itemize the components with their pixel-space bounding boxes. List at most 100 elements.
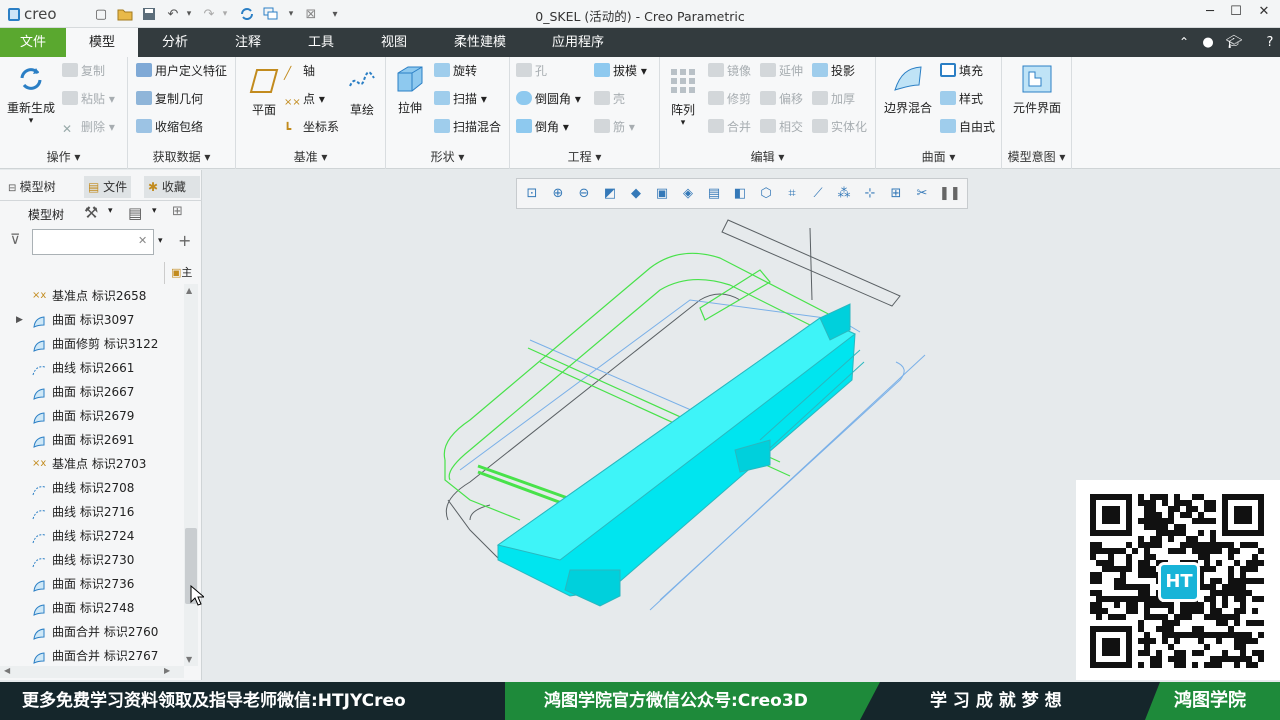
tree-item[interactable]: 曲面合并 标识2767 <box>0 644 183 668</box>
tree-item[interactable]: 曲面 标识2736 <box>0 572 183 596</box>
regenerate-button[interactable]: 重新生成 ▾ <box>4 63 58 126</box>
filter-items-icon[interactable]: ⊞ <box>172 204 183 219</box>
tab-favorites[interactable]: ✱ 收藏 <box>144 176 200 198</box>
delete-button[interactable]: ✕ 删除 ▾ <box>62 117 115 137</box>
mirror-button[interactable]: 镜像 <box>708 61 751 81</box>
tree-item[interactable]: ×x 基准点 标识2658 <box>0 284 183 308</box>
community-icon[interactable]: ● <box>1198 28 1218 57</box>
tab-model[interactable]: 模型 <box>66 28 138 57</box>
sweep-button[interactable]: 扫描 ▾ <box>434 89 487 109</box>
tab-tools[interactable]: 工具 <box>291 28 351 57</box>
tab-file[interactable]: 文件 <box>0 28 66 57</box>
component-interface-button[interactable]: 元件界面 <box>1006 63 1068 116</box>
tree-item[interactable]: ×x 基准点 标识2703 <box>0 452 183 476</box>
hole-button[interactable]: 孔 <box>516 61 547 81</box>
tab-view[interactable]: 视图 <box>364 28 424 57</box>
pattern-button[interactable]: 阵列 ▾ <box>666 65 700 128</box>
shell-button[interactable]: 壳 <box>594 89 625 109</box>
plane-button[interactable]: 平面 <box>242 65 286 118</box>
tab-annotate[interactable]: 注释 <box>218 28 278 57</box>
named-view-icon[interactable]: ◧ <box>731 185 749 203</box>
tree-item[interactable]: 曲线 标识2730 <box>0 548 183 572</box>
maximize-button[interactable]: ☐ <box>1222 4 1250 24</box>
tree-item[interactable]: 曲面 标识2691 <box>0 428 183 452</box>
draft-button[interactable]: 拔模 ▾ <box>594 61 647 81</box>
copy-geometry-button[interactable]: 复制几何 <box>136 89 203 109</box>
trim-button[interactable]: 修剪 <box>708 89 751 109</box>
tree-item[interactable]: 曲面 标识2679 <box>0 404 183 428</box>
tree-item[interactable]: 曲面 标识2748 <box>0 596 183 620</box>
graphics-viewport[interactable] <box>203 212 1073 680</box>
solidify-button[interactable]: 实体化 <box>812 117 867 137</box>
axis-display-icon[interactable]: ⟋ <box>809 185 827 203</box>
minimize-button[interactable]: ─ <box>1196 4 1224 24</box>
help-icon[interactable]: ? <box>1262 28 1278 57</box>
zoom-out-icon[interactable]: ⊖ <box>575 185 593 203</box>
group-shapes-label[interactable]: 形状 ▾ <box>386 148 509 165</box>
repaint-icon[interactable]: ◩ <box>601 185 619 203</box>
intersect-button[interactable]: 相交 <box>760 117 803 137</box>
thicken-button[interactable]: 加厚 <box>812 89 855 109</box>
freestyle-button[interactable]: 自由式 <box>940 117 995 137</box>
scroll-down-icon[interactable]: ▼ <box>186 655 192 664</box>
expand-arrow-icon[interactable]: ▶ <box>16 308 23 332</box>
project-button[interactable]: 投影 <box>812 61 855 81</box>
tab-analysis[interactable]: 分析 <box>145 28 205 57</box>
settings-dropdown-icon[interactable]: ▾ <box>108 206 113 216</box>
tree-item[interactable]: ▶ 曲面 标识3097 <box>0 308 183 332</box>
csys-display-icon[interactable]: ⊹ <box>861 185 879 203</box>
udf-button[interactable]: 用户定义特征 <box>136 61 227 81</box>
offset-button[interactable]: 偏移 <box>760 89 803 109</box>
search-dropdown-icon[interactable]: ▾ <box>158 236 163 246</box>
tree-item[interactable]: 曲面 标识2667 <box>0 380 183 404</box>
plane-display-icon[interactable]: ⌗ <box>783 185 801 203</box>
extrude-button[interactable]: 拉伸 <box>392 63 428 116</box>
extend-button[interactable]: 延伸 <box>760 61 803 81</box>
saved-orientations-icon[interactable]: ▣ <box>653 185 671 203</box>
group-engineering-label[interactable]: 工程 ▾ <box>510 148 659 165</box>
zoom-in-icon[interactable]: ⊕ <box>549 185 567 203</box>
csys-button[interactable]: ┗ 坐标系 <box>284 117 339 137</box>
revolve-button[interactable]: 旋转 <box>434 61 477 81</box>
clear-search-icon[interactable]: ✕ <box>138 234 147 247</box>
search-input[interactable] <box>32 229 154 255</box>
tree-scrollbar[interactable]: ▲ ▼ <box>184 284 198 666</box>
rib-button[interactable]: 筋 ▾ <box>594 117 635 137</box>
tree-item[interactable]: 曲线 标识2724 <box>0 524 183 548</box>
style-button[interactable]: 样式 <box>940 89 983 109</box>
group-datum-label[interactable]: 基准 ▾ <box>236 148 385 165</box>
spin-center-icon[interactable]: ✂ <box>913 185 931 203</box>
tree-item[interactable]: 曲面合并 标识2760 <box>0 620 183 644</box>
swept-blend-button[interactable]: 扫描混合 <box>434 117 501 137</box>
settings-icon[interactable]: ⚒ <box>84 203 98 222</box>
pause-icon[interactable]: ❚❚ <box>939 185 961 203</box>
tab-applications[interactable]: 应用程序 <box>538 28 618 57</box>
collapse-ribbon-icon[interactable]: ⌃ <box>1174 28 1194 57</box>
show-icon[interactable]: ▤ <box>128 204 142 222</box>
column-header[interactable]: ▣主 <box>164 262 202 284</box>
annotation-display-icon[interactable]: ⊞ <box>887 185 905 203</box>
group-editing-label[interactable]: 编辑 ▾ <box>660 148 875 165</box>
point-display-icon[interactable]: ⁂ <box>835 185 853 203</box>
refit-icon[interactable]: ⊡ <box>523 185 541 203</box>
view-manager-icon[interactable]: ◈ <box>679 185 697 203</box>
tab-model-tree[interactable]: ⊟ 模型树 <box>8 176 56 198</box>
tree-hscrollbar[interactable]: ◀ ▶ <box>0 666 184 678</box>
paste-button[interactable]: 粘贴 ▾ <box>62 89 115 109</box>
scroll-right-icon[interactable]: ▶ <box>164 666 170 675</box>
round-button[interactable]: 倒圆角 ▾ <box>516 89 581 109</box>
scroll-left-icon[interactable]: ◀ <box>4 666 10 675</box>
datum-display-icon[interactable]: ⬡ <box>757 185 775 203</box>
group-operations-label[interactable]: 操作 ▾ <box>0 148 127 165</box>
learning-icon[interactable]: 🎓︎ <box>1222 28 1246 57</box>
axis-button[interactable]: ╱ 轴 <box>284 61 315 81</box>
add-filter-icon[interactable]: + <box>178 231 191 250</box>
filter-icon[interactable]: ⊽ <box>10 232 20 248</box>
tree-item[interactable]: 曲线 标识2716 <box>0 500 183 524</box>
fill-button[interactable]: 填充 <box>940 61 983 81</box>
group-model-intent-label[interactable]: 模型意图 ▾ <box>1002 148 1071 165</box>
copy-button[interactable]: 复制 <box>62 61 105 81</box>
sketch-button[interactable]: 草绘 <box>344 65 380 118</box>
boundary-blend-button[interactable]: 边界混合 <box>880 63 936 116</box>
close-button[interactable]: ✕ <box>1250 4 1278 24</box>
